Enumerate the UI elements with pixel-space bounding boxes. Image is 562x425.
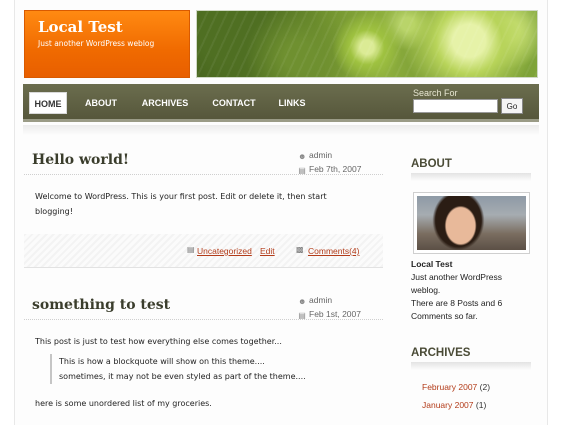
site-branding[interactable]: Local Test Just another WordPress weblog (24, 10, 190, 78)
archive-link[interactable]: February 2007 (422, 382, 477, 392)
document-icon: ▤ (187, 245, 195, 254)
post-author-text: admin (309, 150, 333, 160)
post-paragraph: here is some unordered list of my grocer… (35, 399, 212, 408)
user-icon: ☻ (298, 152, 307, 161)
post-body-line: blogging! (35, 207, 73, 216)
main-navbar: HOME ABOUT ARCHIVES CONTACT LINKS Search… (23, 84, 539, 122)
post-footer: ▤ Uncategorized Edit ▩ Comments(4) (24, 234, 383, 268)
sidebar-description: Just another WordPress weblog. There are… (411, 271, 536, 323)
sidebar-about-title: ABOUT (411, 158, 452, 170)
search-input[interactable] (413, 99, 498, 113)
nav-about[interactable]: ABOUT (79, 92, 123, 114)
user-icon: ☻ (298, 297, 307, 306)
blockquote-line: sometimes, it may not be even styled as … (59, 372, 306, 381)
search-go-button[interactable]: Go (501, 98, 523, 114)
sidebar-archives-title: ARCHIVES (411, 347, 471, 359)
post-divider (24, 174, 383, 175)
sidebar-desc-line: Just another WordPress (411, 272, 503, 282)
search-label: Search For (413, 88, 458, 98)
header-photo (196, 10, 538, 78)
sidebar-stats-line: There are 8 Posts and 6 (411, 298, 503, 308)
blockquote: This is how a blockquote will show on th… (50, 354, 370, 384)
post-body-line: Welcome to WordPress. This is your first… (35, 192, 327, 201)
post-date-text: Feb 1st, 2007 (309, 309, 361, 319)
post-title[interactable]: something to test (32, 297, 170, 313)
sidebar-desc-line: weblog. (411, 285, 441, 295)
post-intro: This post is just to test how everything… (35, 337, 282, 346)
blockquote-line: This is how a blockquote will show on th… (59, 357, 265, 366)
nav-archives[interactable]: ARCHIVES (135, 92, 195, 114)
sidebar-name: Local Test (411, 259, 453, 269)
avatar (413, 192, 530, 254)
site-tagline: Just another WordPress weblog (38, 39, 155, 48)
archive-item: February 2007 (2) (422, 382, 490, 392)
archive-link[interactable]: January 2007 (422, 400, 474, 410)
archive-count: (2) (479, 382, 491, 392)
site-title[interactable]: Local Test (38, 18, 123, 36)
post-author: ☻ admin (298, 150, 332, 161)
nav-shadow (23, 125, 539, 135)
category-link[interactable]: Uncategorized (197, 246, 252, 256)
sidebar-stats-line: Comments so far. (411, 311, 478, 321)
comments-link[interactable]: Comments(4) (308, 246, 359, 256)
post-body: Welcome to WordPress. This is your first… (35, 189, 375, 219)
sidebar-rule (411, 362, 531, 370)
post-title[interactable]: Hello world! (32, 152, 129, 168)
edit-link[interactable]: Edit (260, 246, 275, 256)
nav-home[interactable]: HOME (29, 92, 67, 114)
archive-item: January 2007 (1) (422, 400, 486, 410)
post-date-text: Feb 7th, 2007 (309, 164, 362, 174)
avatar-photo (417, 196, 526, 250)
nav-contact[interactable]: CONTACT (207, 92, 261, 114)
post-author: ☻ admin (298, 295, 332, 306)
post-divider (24, 319, 383, 320)
sidebar-rule (411, 173, 531, 181)
archive-count: (1) (475, 400, 487, 410)
post-author-text: admin (309, 295, 333, 305)
nav-links[interactable]: LINKS (273, 92, 311, 114)
comment-icon: ▩ (296, 245, 304, 254)
